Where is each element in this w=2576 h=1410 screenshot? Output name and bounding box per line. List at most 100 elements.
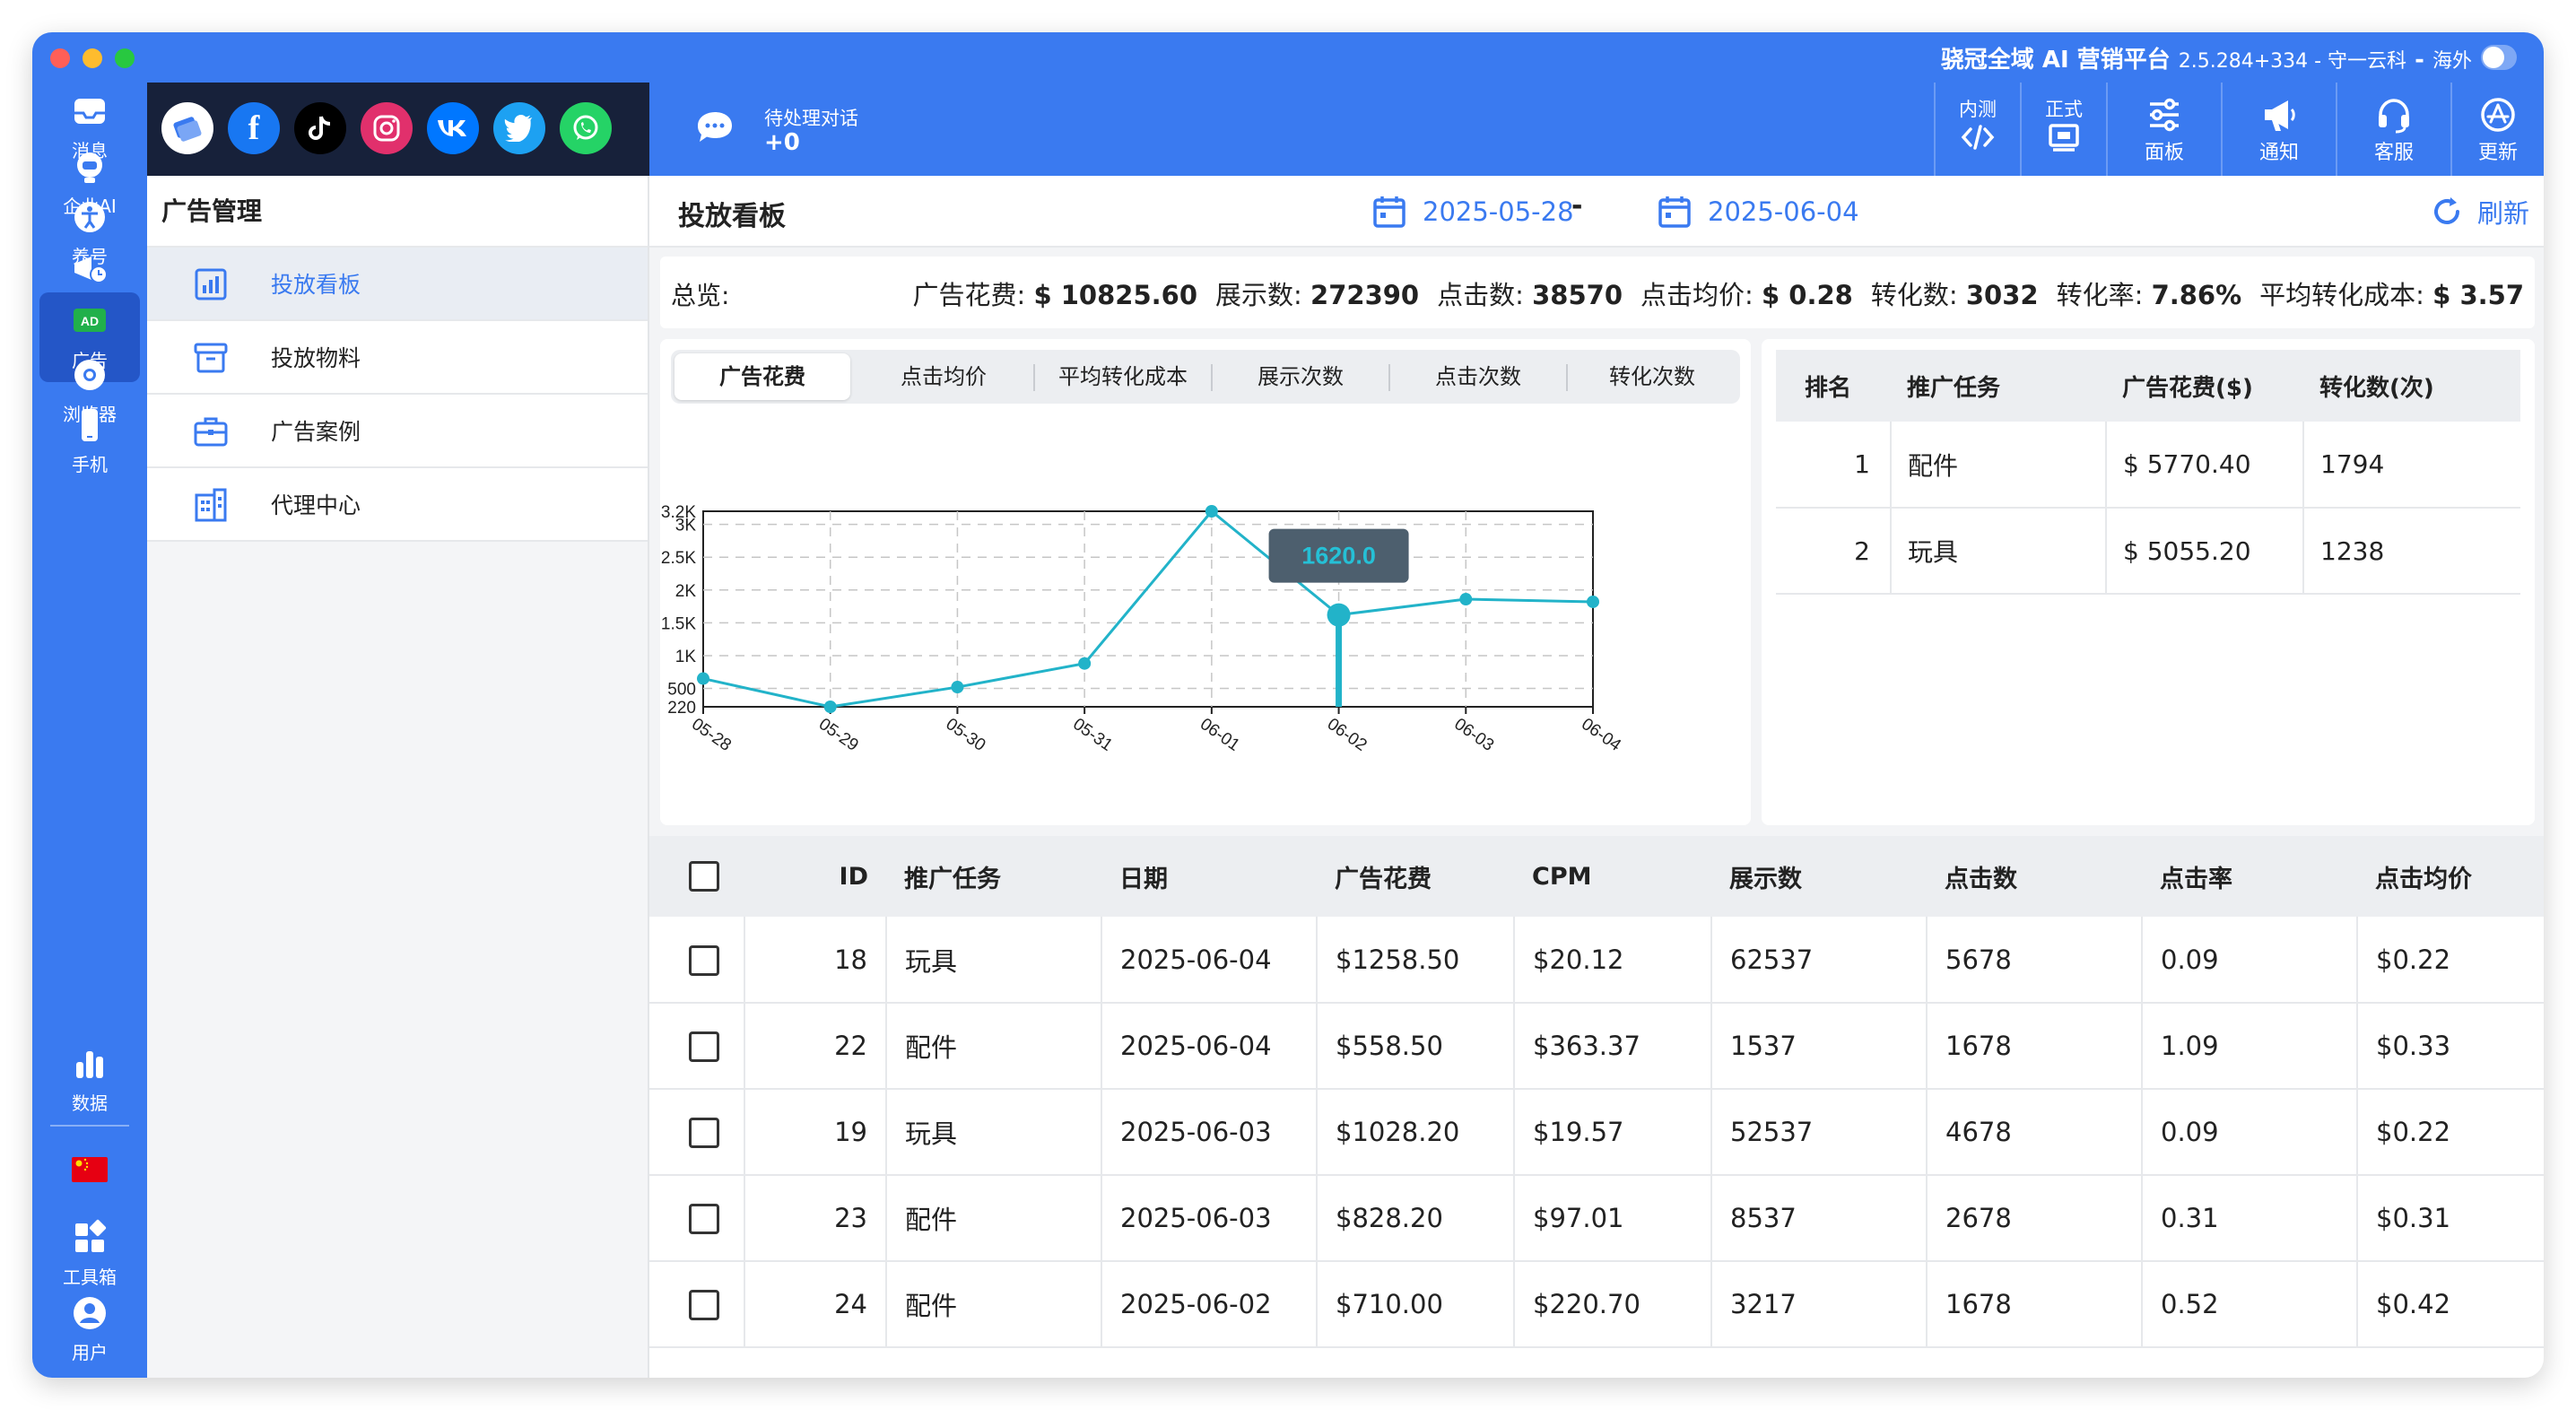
close-window-button[interactable] [50, 48, 70, 68]
menu-item-label: 投放看板 [271, 272, 361, 298]
table-cell: 2025-06-02 [1101, 1261, 1318, 1348]
table-cell: 1678 [1927, 1261, 2143, 1348]
table-row[interactable]: 22 配件 2025-06-04 $558.50 $363.37 1537 1678 1.09… [649, 1003, 2544, 1090]
y-tick-label: 3.2K [661, 503, 696, 522]
chart-card: 广告花费 点击均价 平均转化成本 展示次数 点击次数 转化次数 220 500 1K… [660, 339, 1751, 825]
tab-cpc[interactable]: 点击均价 [856, 353, 1031, 400]
ranking-row[interactable]: 2 玩具 $ 5055.20 1238 [1776, 508, 2520, 595]
nav-btn-label: 客服 [2373, 142, 2414, 164]
table-cell: 2025-06-03 [1101, 1175, 1318, 1262]
toolbox-icon [75, 1219, 107, 1252]
ranking-table: 排名 推广任务 广告花费($) 转化数(次) 1 配件 $ 5770.40 17… [1776, 350, 2520, 595]
ad-management-menu: 广告管理 投放看板 投放物料 广告案例 代理中心 [147, 176, 649, 1378]
vk-icon[interactable] [427, 102, 479, 154]
table-cell: 0.09 [2142, 917, 2358, 1004]
update-button[interactable]: 更新 [2450, 83, 2544, 176]
menu-item-label: 投放物料 [271, 345, 361, 371]
browser-icon [74, 360, 105, 390]
table-cell: 1.09 [2142, 1003, 2358, 1090]
tab-impressions[interactable]: 展示次数 [1213, 353, 1388, 400]
table-cell: 5678 [1927, 917, 2143, 1004]
summary-conversion-rate: 转化率: 7.86% [2056, 280, 2242, 310]
tab-ad-spend[interactable]: 广告花费 [674, 353, 850, 400]
data-point [1459, 593, 1473, 606]
row-checkbox[interactable] [689, 1204, 719, 1234]
column-header[interactable]: 点击均价 [2357, 836, 2544, 917]
region-toggle[interactable] [2481, 45, 2517, 70]
beta-code-button[interactable]: 内测 [1934, 83, 2020, 176]
app-name: 骁冠全域 AI 营销平台 [1940, 47, 2171, 74]
top-nav-bar: 待处理对话 +0 内测 正式 面板 通知 客服 更新 [649, 83, 2544, 176]
release-preview-button[interactable]: 正式 [2020, 83, 2106, 176]
facebook-icon[interactable]: f [228, 102, 280, 154]
ranking-cell: 配件 [1891, 422, 2107, 509]
start-date-picker[interactable]: 2025-05-28 [1372, 192, 1574, 231]
table-cell: 3217 [1711, 1261, 1928, 1348]
inbox-icon [74, 99, 105, 124]
table-row[interactable]: 24 配件 2025-06-02 $710.00 $220.70 3217 1678 0.52… [649, 1261, 2544, 1348]
table-cell: $1258.50 [1317, 917, 1515, 1004]
tiktok-icon[interactable] [294, 102, 346, 154]
table-row[interactable]: 23 配件 2025-06-03 $828.20 $97.01 8537 2678 0.31 $… [649, 1175, 2544, 1262]
zoom-window-button[interactable] [115, 48, 135, 68]
table-cell: $97.01 [1514, 1175, 1712, 1262]
ranking-row[interactable]: 1 配件 $ 5770.40 1794 [1776, 422, 2520, 509]
nav-user[interactable]: 用户 [39, 1284, 140, 1374]
panel-button[interactable]: 面板 [2106, 83, 2221, 176]
phone-icon [82, 409, 98, 441]
nav-data[interactable]: 数据 [39, 1035, 140, 1125]
whatsapp-icon[interactable] [560, 102, 612, 154]
column-header[interactable]: 日期 [1101, 836, 1317, 917]
nav-btn-label: 正式 [2045, 99, 2083, 120]
chat-bubble-icon [698, 112, 732, 142]
tab-clicks[interactable]: 点击次数 [1390, 353, 1566, 400]
instagram-icon[interactable] [361, 102, 413, 154]
x-tick-label: 06-01 [1197, 715, 1243, 755]
column-header[interactable]: 点击数 [1927, 836, 2142, 917]
column-header[interactable]: ID [744, 836, 886, 917]
table-header-row: ID 推广任务 日期 广告花费 CPM 展示数 点击数 点击率 点击均价 [649, 836, 2544, 917]
multi-account-icon[interactable] [161, 102, 213, 154]
table-cell: 52537 [1711, 1089, 1928, 1176]
menu-item-label: 代理中心 [271, 492, 361, 518]
row-checkbox[interactable] [689, 1118, 719, 1148]
table-row[interactable]: 18 玩具 2025-06-04 $1258.50 $20.12 62537 5678 0.0… [649, 917, 2544, 1004]
end-date-picker[interactable]: 2025-06-04 [1658, 192, 1859, 231]
customer-service-button[interactable]: 客服 [2336, 83, 2450, 176]
menu-item-agency[interactable]: 代理中心 [147, 468, 648, 542]
column-header[interactable]: 广告花费 [1317, 836, 1514, 917]
table-body: 18 玩具 2025-06-04 $1258.50 $20.12 62537 5678 0.0… [649, 917, 2544, 1348]
tooltip-value: 1620.0 [1301, 543, 1376, 570]
summary-cpc: 点击均价: $ 0.28 [1640, 280, 1853, 310]
table-cell: $558.50 [1317, 1003, 1515, 1090]
menu-item-dashboard[interactable]: 投放看板 [147, 248, 648, 321]
row-checkbox[interactable] [689, 1290, 719, 1320]
table-row[interactable]: 19 玩具 2025-06-03 $1028.20 $19.57 52537 4678 0.0… [649, 1089, 2544, 1176]
row-checkbox[interactable] [689, 944, 719, 976]
select-all-checkbox[interactable] [689, 861, 719, 892]
start-date-value: 2025-05-28 [1423, 196, 1574, 227]
column-header[interactable]: 推广任务 [886, 836, 1101, 917]
table-cell: $0.22 [2357, 1089, 2544, 1176]
refresh-button[interactable]: 刷新 [2431, 192, 2529, 231]
notifications-button[interactable]: 通知 [2221, 83, 2336, 176]
minimize-window-button[interactable] [83, 48, 102, 68]
table-cell: $19.57 [1514, 1089, 1712, 1176]
tab-conversions[interactable]: 转化次数 [1568, 353, 1736, 400]
menu-item-materials[interactable]: 投放物料 [147, 321, 648, 395]
ranking-cell: 玩具 [1891, 508, 2107, 595]
row-checkbox[interactable] [689, 1031, 719, 1062]
column-header[interactable]: 点击率 [2142, 836, 2357, 917]
twitter-icon[interactable] [493, 102, 545, 154]
table-cell: 8537 [1711, 1175, 1928, 1262]
tab-cost-per-conversion[interactable]: 平均转化成本 [1035, 353, 1211, 400]
nav-btn-label: 内测 [1959, 99, 1997, 120]
column-header[interactable]: 展示数 [1711, 836, 1927, 917]
ranking-cell: 1 [1776, 422, 1892, 509]
nav-language[interactable] [39, 1141, 140, 1198]
nav-phone[interactable]: 手机 [39, 396, 140, 486]
menu-item-cases[interactable]: 广告案例 [147, 395, 648, 468]
column-header[interactable]: CPM [1514, 836, 1711, 917]
ranking-header: 广告花费($) [2106, 350, 2303, 422]
table-cell: $363.37 [1514, 1003, 1712, 1090]
